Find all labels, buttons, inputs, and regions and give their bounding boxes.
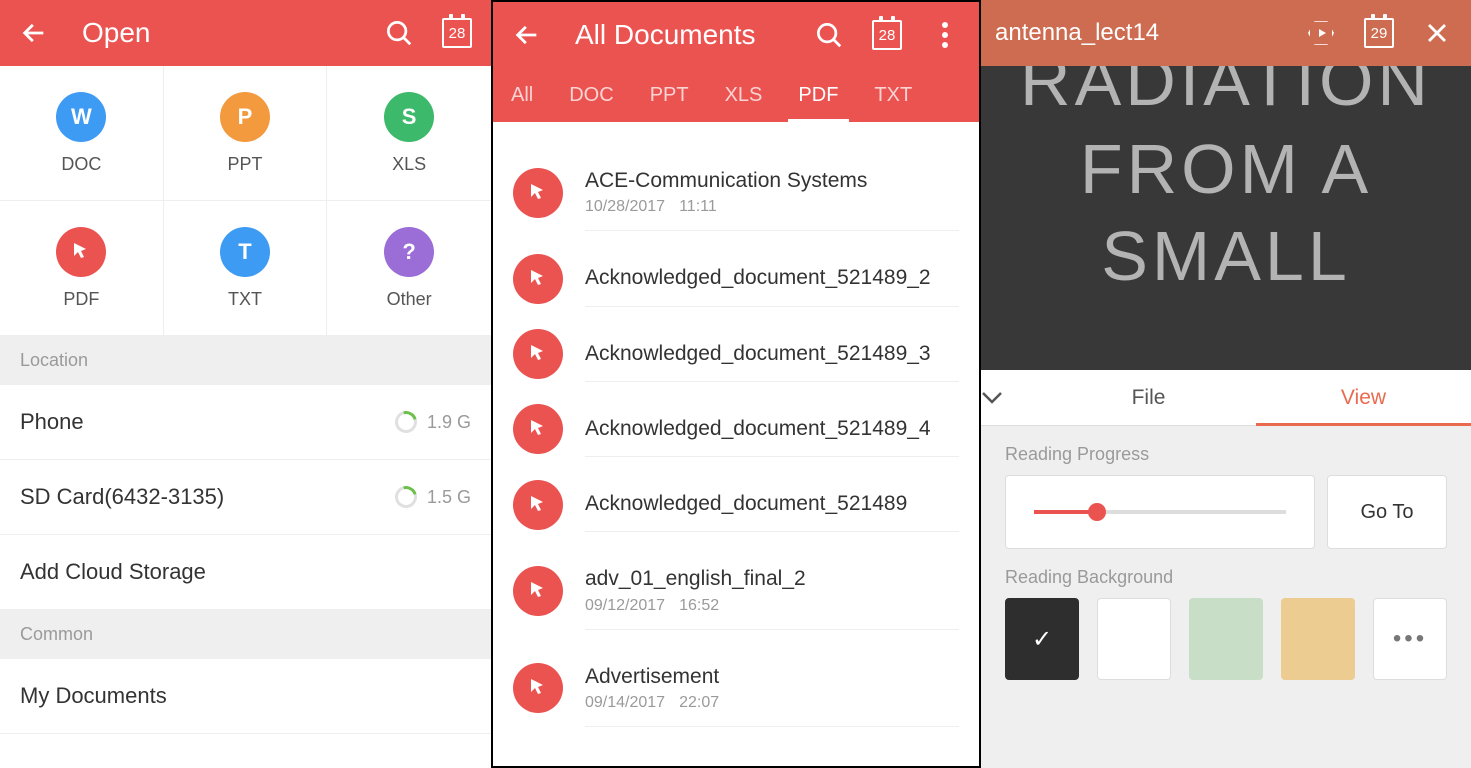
- type-label: XLS: [392, 154, 426, 175]
- location-size: 1.9 G: [427, 412, 471, 433]
- page-title: Open: [82, 17, 379, 49]
- type-label: TXT: [228, 289, 262, 310]
- type-xls[interactable]: S XLS: [327, 66, 491, 201]
- pdf-icon: [513, 168, 563, 218]
- type-other[interactable]: ? Other: [327, 201, 491, 336]
- location-row[interactable]: Phone 1.9 G: [0, 385, 491, 460]
- reading-background-label: Reading Background: [981, 549, 1471, 598]
- pdf-icon: [513, 404, 563, 454]
- section-location: Location: [0, 336, 491, 385]
- doc-line: FROM A: [1080, 126, 1372, 214]
- type-label: PDF: [63, 289, 99, 310]
- file-name: Acknowledged_document_521489: [585, 491, 959, 517]
- tab-ppt[interactable]: PPT: [632, 68, 707, 122]
- panel-open: Open 28 W DOC P PPT S XLS PDF T TXT ? Ot…: [0, 0, 491, 768]
- tab-doc[interactable]: DOC: [551, 68, 631, 122]
- file-row[interactable]: Acknowledged_document_521489_2: [493, 241, 979, 316]
- file-row[interactable]: Acknowledged_document_521489: [493, 467, 979, 542]
- back-icon[interactable]: [507, 15, 547, 55]
- calendar-icon[interactable]: 28: [437, 13, 477, 53]
- add-cloud-storage[interactable]: Add Cloud Storage: [0, 535, 491, 610]
- file-name: Advertisement: [585, 664, 959, 690]
- panel-reader: antenna_lect14 29 RADIATIONFROM ASMALL F…: [981, 0, 1471, 768]
- file-meta: 09/12/201716:52: [585, 597, 959, 615]
- file-name: Acknowledged_document_521489_4: [585, 416, 959, 442]
- pdf-icon: [513, 480, 563, 530]
- storage-donut-icon: [391, 407, 421, 437]
- type-doc[interactable]: W DOC: [0, 66, 164, 201]
- file-row[interactable]: Acknowledged_document_521489_3: [493, 317, 979, 392]
- doc-line: RADIATION: [1020, 66, 1432, 126]
- header: antenna_lect14 29: [981, 0, 1471, 66]
- file-row[interactable]: Advertisement 09/14/201722:07: [493, 640, 979, 737]
- file-name: ACE-Communication Systems: [585, 168, 959, 194]
- doc-title: antenna_lect14: [995, 19, 1301, 47]
- file-meta: 09/14/201722:07: [585, 694, 959, 712]
- pdf-icon: [513, 329, 563, 379]
- calendar-icon[interactable]: 29: [1359, 13, 1399, 53]
- back-icon[interactable]: [14, 13, 54, 53]
- file-name: adv_01_english_final_2: [585, 566, 959, 592]
- file-row[interactable]: Acknowledged_document_521489_4: [493, 392, 979, 467]
- file-row[interactable]: adv_01_english_final_2 09/12/201716:52: [493, 542, 979, 639]
- storage-donut-icon: [391, 482, 421, 512]
- sheet-tab-view[interactable]: View: [1256, 370, 1471, 426]
- bg-swatch-white[interactable]: [1097, 598, 1171, 680]
- pdf-icon: [513, 566, 563, 616]
- file-meta: 10/28/201711:11: [585, 198, 959, 216]
- file-list: ACE-Communication Systems 10/28/201711:11…: [493, 122, 979, 766]
- location-size: 1.5 G: [427, 487, 471, 508]
- bg-swatch-tan[interactable]: [1281, 598, 1355, 680]
- bg-swatch-more[interactable]: •••: [1373, 598, 1447, 680]
- tab-pdf[interactable]: PDF: [780, 68, 856, 122]
- file-name: Acknowledged_document_521489_3: [585, 341, 959, 367]
- pdf-icon: [513, 254, 563, 304]
- more-icon[interactable]: [925, 15, 965, 55]
- background-swatches: ✓ •••: [981, 598, 1471, 680]
- tab-all[interactable]: All: [493, 68, 551, 122]
- search-icon[interactable]: [379, 13, 419, 53]
- type-label: Other: [387, 289, 432, 310]
- location-name: SD Card(6432-3135): [20, 484, 395, 510]
- bg-swatch-dark[interactable]: ✓: [1005, 598, 1079, 680]
- file-row[interactable]: ACE-Communication Systems 10/28/201711:11: [493, 144, 979, 241]
- page-title: All Documents: [575, 19, 809, 51]
- header: All Documents 28: [493, 2, 979, 68]
- sheet-tab-file[interactable]: File: [1041, 370, 1256, 426]
- tab-xls[interactable]: XLS: [707, 68, 781, 122]
- tab-txt[interactable]: TXT: [856, 68, 930, 122]
- reading-progress-slider[interactable]: [1005, 475, 1315, 549]
- type-label: DOC: [61, 154, 101, 175]
- bottom-sheet: FileView Reading Progress Go To Reading …: [981, 370, 1471, 768]
- file-type-grid: W DOC P PPT S XLS PDF T TXT ? Other: [0, 66, 491, 336]
- bg-swatch-green[interactable]: [1189, 598, 1263, 680]
- goto-button[interactable]: Go To: [1327, 475, 1447, 549]
- document-preview[interactable]: RADIATIONFROM ASMALL: [981, 66, 1471, 370]
- type-pdf[interactable]: PDF: [0, 201, 164, 336]
- panel-all-documents: All Documents 28 AllDOCPPTXLSPDFTXT ACE-…: [491, 0, 981, 768]
- search-icon[interactable]: [809, 15, 849, 55]
- calendar-icon[interactable]: 28: [867, 15, 907, 55]
- sheet-tabs: FileView: [981, 370, 1471, 426]
- header: Open 28: [0, 0, 491, 66]
- location-name: Phone: [20, 409, 395, 435]
- my-documents[interactable]: My Documents: [0, 659, 491, 734]
- type-txt[interactable]: T TXT: [164, 201, 328, 336]
- location-row[interactable]: SD Card(6432-3135) 1.5 G: [0, 460, 491, 535]
- play-icon[interactable]: [1301, 13, 1341, 53]
- section-common: Common: [0, 610, 491, 659]
- type-ppt[interactable]: P PPT: [164, 66, 328, 201]
- file-name: Acknowledged_document_521489_2: [585, 265, 959, 291]
- type-label: PPT: [227, 154, 262, 175]
- reading-progress-label: Reading Progress: [981, 426, 1471, 475]
- doc-line: SMALL: [1101, 213, 1351, 301]
- collapse-icon[interactable]: [981, 391, 1041, 405]
- pdf-icon: [513, 663, 563, 713]
- filter-tabs: AllDOCPPTXLSPDFTXT: [493, 68, 979, 122]
- close-icon[interactable]: [1417, 13, 1457, 53]
